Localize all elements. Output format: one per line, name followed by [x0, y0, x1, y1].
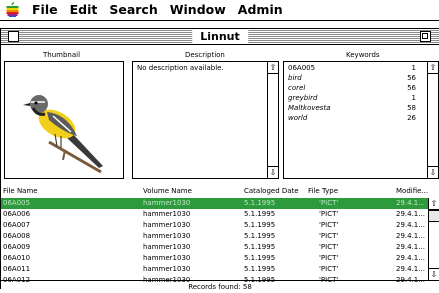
keyword-row[interactable]: Maltkovesta 58 — [288, 104, 416, 114]
zoom-box[interactable] — [420, 31, 431, 42]
list-scrollbar[interactable]: ⇧ ⇩ — [428, 198, 439, 280]
cell-modified: 29.4.1... — [396, 243, 425, 251]
close-box[interactable] — [8, 31, 19, 42]
cell-cataloged-date: 5.1.1995 — [244, 243, 276, 251]
records-list[interactable]: 06A005 hammer1030 5.1.1995 'PICT' 29.4.1… — [1, 198, 428, 284]
scroll-up-arrow-icon[interactable]: ⇧ — [428, 62, 438, 74]
keyword-count: 56 — [407, 74, 416, 82]
description-scrollbar[interactable]: ⇧ ⇩ — [267, 62, 278, 178]
window-title: Linnut — [192, 29, 248, 44]
table-row[interactable]: 06A008 hammer1030 5.1.1995 'PICT' 29.4.1… — [1, 231, 428, 242]
cell-file-name: 06A007 — [3, 221, 31, 229]
column-volume-name[interactable]: Volume Name — [143, 187, 192, 195]
cell-file-name: 06A011 — [3, 265, 31, 273]
cell-modified: 29.4.1... — [396, 232, 425, 240]
keyword-name: bird — [288, 74, 302, 82]
cell-volume-name: hammer1030 — [143, 265, 191, 273]
keywords-panel[interactable]: 06A005 1 bird 56 corel 56 greybird 1 Mal… — [283, 61, 439, 179]
table-row[interactable]: 06A009 hammer1030 5.1.1995 'PICT' 29.4.1… — [1, 242, 428, 253]
cell-cataloged-date: 5.1.1995 — [244, 199, 276, 207]
scroll-down-arrow-icon[interactable]: ⇩ — [268, 166, 278, 178]
keyword-count: 1 — [411, 64, 416, 72]
scroll-up-arrow-icon[interactable]: ⇧ — [268, 62, 278, 74]
cell-cataloged-date: 5.1.1995 — [244, 221, 276, 229]
column-cataloged-date[interactable]: Cataloged Date — [244, 187, 299, 195]
keywords-label: Keywords — [346, 51, 380, 59]
cell-cataloged-date: 5.1.1995 — [244, 265, 276, 273]
keyword-name: corel — [288, 84, 306, 92]
cell-modified: 29.4.1... — [396, 221, 425, 229]
thumbnail-label: Thumbnail — [43, 51, 81, 59]
keyword-row[interactable]: corel 56 — [288, 84, 416, 94]
description-panel[interactable]: No description available. ⇧ ⇩ — [132, 61, 279, 179]
scroll-up-arrow-icon[interactable]: ⇧ — [429, 198, 439, 210]
keyword-name: Maltkovesta — [288, 104, 331, 112]
column-file-type[interactable]: File Type — [308, 187, 338, 195]
cell-cataloged-date: 5.1.1995 — [244, 210, 276, 218]
cell-file-name: 06A008 — [3, 232, 31, 240]
keyword-name: 06A005 — [288, 64, 316, 72]
menu-file[interactable]: File — [26, 0, 64, 20]
cell-volume-name: hammer1030 — [143, 199, 191, 207]
keyword-name: greybird — [288, 94, 318, 102]
column-file-name[interactable]: File Name — [3, 187, 38, 195]
cell-file-type: 'PICT' — [319, 265, 339, 273]
cell-file-type: 'PICT' — [319, 210, 339, 218]
cell-file-name: 06A010 — [3, 254, 31, 262]
keyword-name: world — [288, 114, 308, 122]
cell-file-type: 'PICT' — [319, 254, 339, 262]
keywords-scrollbar[interactable]: ⇧ ⇩ — [427, 62, 438, 178]
cell-file-type: 'PICT' — [319, 199, 339, 207]
cell-volume-name: hammer1030 — [143, 221, 191, 229]
cell-volume-name: hammer1030 — [143, 243, 191, 251]
keyword-row[interactable]: bird 56 — [288, 74, 416, 84]
keyword-row[interactable]: 06A005 1 — [288, 64, 416, 74]
bird-thumbnail-image — [23, 95, 103, 174]
scroll-down-arrow-icon[interactable]: ⇩ — [429, 268, 439, 280]
keyword-row[interactable]: greybird 1 — [288, 94, 416, 104]
cell-file-name: 06A005 — [3, 199, 31, 207]
cell-volume-name: hammer1030 — [143, 232, 191, 240]
cell-file-type: 'PICT' — [319, 221, 339, 229]
description-label: Description — [185, 51, 225, 59]
cell-modified: 29.4.1... — [396, 210, 425, 218]
table-row[interactable]: 06A010 hammer1030 5.1.1995 'PICT' 29.4.1… — [1, 253, 428, 264]
table-row[interactable]: 06A007 hammer1030 5.1.1995 'PICT' 29.4.1… — [1, 220, 428, 231]
keyword-count: 56 — [407, 84, 416, 92]
description-text: No description available. — [137, 64, 224, 72]
thumbnail-panel[interactable] — [4, 61, 124, 179]
catalog-window: Linnut Thumbnail Description Keywords No… — [0, 28, 439, 291]
records-found-status: Records found: 58 — [1, 280, 439, 291]
cell-modified: 29.4.1... — [396, 265, 425, 273]
table-row[interactable]: 06A011 hammer1030 5.1.1995 'PICT' 29.4.1… — [1, 264, 428, 275]
menu-edit[interactable]: Edit — [64, 0, 104, 20]
menu-search[interactable]: Search — [103, 0, 163, 20]
keyword-count: 1 — [411, 94, 416, 102]
menu-bar: File Edit Search Window Admin — [0, 0, 439, 21]
menu-admin[interactable]: Admin — [232, 0, 289, 20]
keyword-row[interactable]: world 26 — [288, 114, 416, 124]
keyword-count: 26 — [407, 114, 416, 122]
title-bar[interactable]: Linnut — [1, 29, 439, 45]
cell-modified: 29.4.1... — [396, 254, 425, 262]
menu-window[interactable]: Window — [164, 0, 232, 20]
cell-cataloged-date: 5.1.1995 — [244, 254, 276, 262]
cell-file-name: 06A006 — [3, 210, 31, 218]
table-row[interactable]: 06A005 hammer1030 5.1.1995 'PICT' 29.4.1… — [1, 198, 428, 209]
scroll-down-arrow-icon[interactable]: ⇩ — [428, 166, 438, 178]
table-row[interactable]: 06A006 hammer1030 5.1.1995 'PICT' 29.4.1… — [1, 209, 428, 220]
column-modified[interactable]: Modifie... — [396, 187, 428, 195]
cell-file-name: 06A009 — [3, 243, 31, 251]
cell-modified: 29.4.1... — [396, 199, 425, 207]
scroll-thumb[interactable] — [429, 210, 439, 222]
cell-volume-name: hammer1030 — [143, 254, 191, 262]
cell-volume-name: hammer1030 — [143, 210, 191, 218]
cell-cataloged-date: 5.1.1995 — [244, 232, 276, 240]
cell-file-type: 'PICT' — [319, 243, 339, 251]
list-header: File Name Volume Name Cataloged Date Fil… — [1, 187, 439, 198]
cell-file-type: 'PICT' — [319, 232, 339, 240]
apple-icon[interactable] — [0, 0, 26, 20]
keyword-count: 58 — [407, 104, 416, 112]
